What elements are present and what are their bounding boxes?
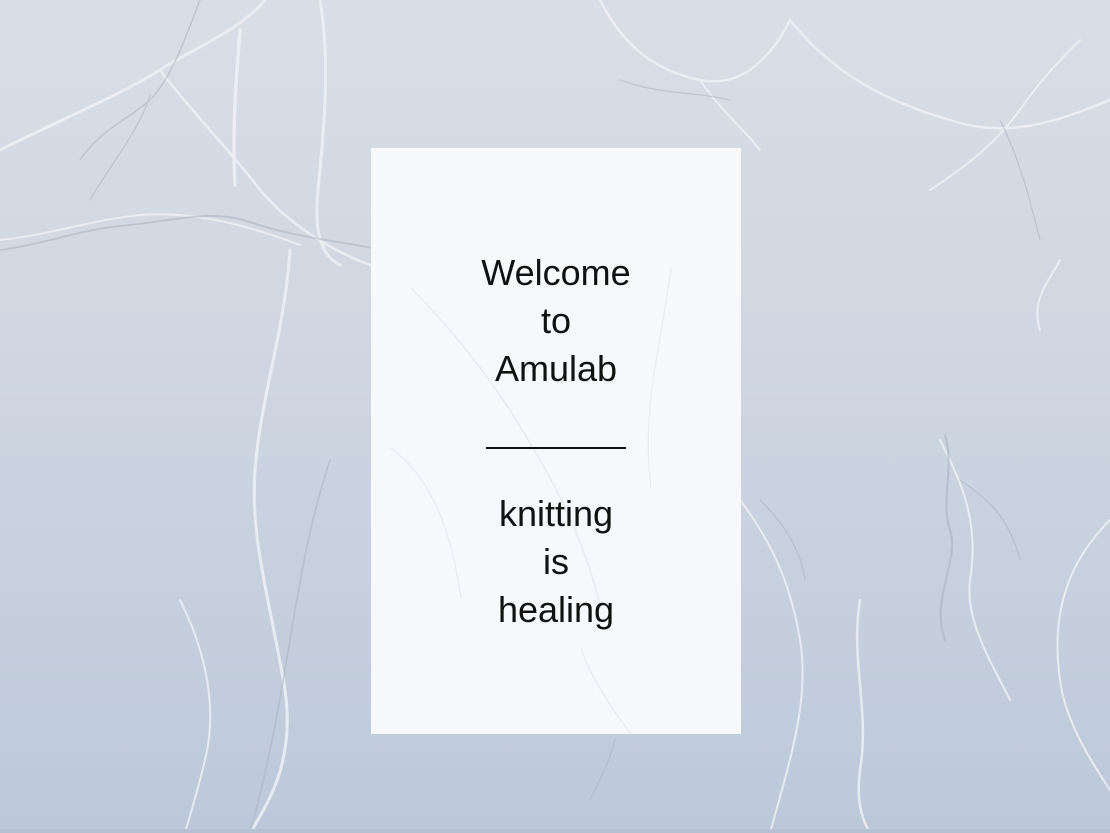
welcome-line-1: Welcome	[481, 252, 631, 293]
welcome-line-3: Amulab	[494, 348, 618, 389]
divider-line	[486, 447, 626, 449]
tagline: knitting is healing	[371, 490, 741, 634]
tagline-line-3: healing	[497, 589, 615, 630]
welcome-heading: Welcome to Amulab	[371, 249, 741, 393]
tagline-line-2: is	[543, 541, 569, 582]
welcome-line-2: to	[540, 300, 572, 341]
welcome-card: Welcome to Amulab knitting is healing	[371, 148, 741, 734]
tagline-line-1: knitting	[498, 493, 614, 534]
